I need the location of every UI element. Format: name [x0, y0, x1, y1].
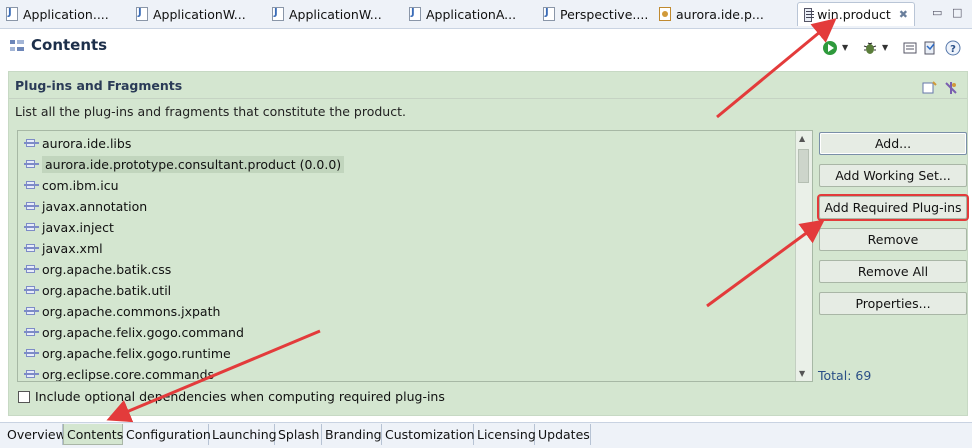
plugin-icon — [24, 347, 39, 359]
editor-tab-win-product[interactable]: win.product ✖ — [797, 2, 915, 26]
editor-tab-1[interactable]: ApplicationW... — [136, 3, 246, 25]
editor-tab-0[interactable]: Application.... — [6, 3, 109, 25]
list-item[interactable]: javax.annotation — [24, 196, 147, 216]
tab-contents[interactable]: Contents — [63, 424, 123, 445]
page-title: Contents — [31, 36, 108, 54]
plugins-section: Plug-ins and Fragments List all the plug… — [8, 71, 968, 416]
form-page-tabs: Overview Contents Configuration Launchin… — [0, 422, 972, 448]
java-file-icon — [6, 7, 18, 21]
java-file-icon — [543, 7, 555, 21]
tab-updates[interactable]: Updates — [535, 424, 591, 445]
debug-dropdown-icon[interactable]: ▼ — [882, 43, 898, 59]
sync-icon[interactable] — [922, 40, 938, 56]
close-tab-icon[interactable]: ✖ — [899, 8, 908, 21]
tab-overview[interactable]: Overview — [4, 424, 66, 445]
checkbox-label: Include optional dependencies when compu… — [35, 389, 445, 404]
plugin-icon — [24, 284, 39, 296]
svg-text:?: ? — [950, 44, 956, 55]
plugin-icon — [24, 326, 39, 338]
product-file-icon — [804, 7, 815, 22]
plugin-icon — [24, 179, 39, 191]
java-file-icon — [136, 7, 148, 21]
plugin-icon — [24, 221, 39, 233]
run-dropdown-icon[interactable]: ▼ — [842, 43, 858, 59]
minimize-icon[interactable]: ▭ — [932, 6, 942, 19]
list-item[interactable]: javax.inject — [24, 217, 114, 237]
total-count: Total: 69 — [818, 368, 872, 383]
remove-all-button[interactable]: Remove All — [819, 260, 967, 283]
list-item[interactable]: javax.xml — [24, 238, 103, 258]
list-item[interactable]: aurora.ide.libs — [24, 133, 131, 153]
tab-splash[interactable]: Splash — [275, 424, 322, 445]
run-icon[interactable] — [822, 40, 838, 56]
plugin-icon — [24, 242, 39, 254]
list-item[interactable]: org.apache.felix.gogo.command — [24, 322, 244, 342]
list-item-selected[interactable]: aurora.ide.prototype.consultant.product … — [24, 154, 345, 174]
scroll-up-icon[interactable]: ▲ — [799, 134, 805, 143]
plugin-icon — [24, 305, 39, 317]
java-file-icon — [272, 7, 284, 21]
plugin-icon — [24, 137, 39, 149]
java-file-icon — [409, 7, 421, 21]
maximize-icon[interactable]: □ — [952, 6, 962, 19]
list-item[interactable]: org.apache.batik.css — [24, 259, 171, 279]
plugin-icon — [24, 200, 39, 212]
debug-icon[interactable] — [862, 40, 878, 56]
editor-tab-3[interactable]: ApplicationA... — [409, 3, 516, 25]
checkbox-box[interactable] — [18, 390, 30, 403]
list-item[interactable]: com.ibm.icu — [24, 175, 119, 195]
editor-tab-4[interactable]: Perspective.... — [543, 3, 648, 25]
list-item[interactable]: org.eclipse.core.commands — [24, 364, 214, 381]
plugin-icon — [24, 263, 39, 275]
tab-branding[interactable]: Branding — [322, 424, 382, 445]
scroll-thumb[interactable] — [798, 149, 809, 183]
scroll-down-icon[interactable]: ▼ — [799, 369, 805, 378]
tab-configuration[interactable]: Configuration — [123, 424, 211, 445]
plugin-file-icon — [659, 7, 671, 21]
properties-button[interactable]: Properties... — [819, 292, 967, 315]
contents-icon — [10, 40, 24, 51]
filter-icon[interactable] — [943, 80, 959, 96]
export-icon[interactable] — [902, 40, 918, 56]
editor-tab-bar: Application.... ApplicationW... Applicat… — [0, 0, 972, 29]
section-title: Plug-ins and Fragments — [15, 78, 183, 93]
tab-licensing[interactable]: Licensing — [474, 424, 536, 445]
include-optional-checkbox[interactable]: Include optional dependencies when compu… — [18, 389, 445, 404]
list-item[interactable]: org.apache.batik.util — [24, 280, 171, 300]
tab-customization[interactable]: Customization — [382, 424, 475, 445]
list-item[interactable]: org.apache.felix.gogo.runtime — [24, 343, 231, 363]
form-header: Contents ▼ ▼ ? — [0, 29, 972, 71]
section-divider — [9, 98, 967, 99]
section-description: List all the plug-ins and fragments that… — [15, 104, 406, 119]
editor-tab-5[interactable]: aurora.ide.p... — [659, 3, 764, 25]
add-required-plugins-button[interactable]: Add Required Plug-ins — [819, 196, 967, 219]
sort-icon[interactable] — [921, 80, 937, 96]
editor-tab-2[interactable]: ApplicationW... — [272, 3, 382, 25]
list-item[interactable]: org.apache.commons.jxpath — [24, 301, 220, 321]
help-icon[interactable]: ? — [945, 40, 961, 56]
tab-launching[interactable]: Launching — [209, 424, 277, 445]
add-button[interactable]: Add... — [819, 132, 967, 155]
vertical-scrollbar[interactable]: ▲ ▼ — [795, 131, 812, 381]
add-working-set-button[interactable]: Add Working Set... — [819, 164, 967, 187]
plugin-icon — [24, 158, 39, 170]
plugin-list[interactable]: aurora.ide.libs aurora.ide.prototype.con… — [17, 130, 813, 382]
plugin-icon — [24, 368, 39, 380]
remove-button[interactable]: Remove — [819, 228, 967, 251]
